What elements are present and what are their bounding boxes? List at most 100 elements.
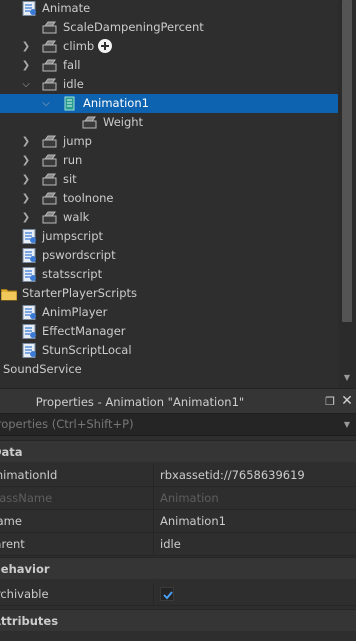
tree-row-sit[interactable]: ❯ sit	[0, 170, 338, 189]
tree-label: Animation1	[83, 96, 149, 110]
property-value[interactable]: rbxassetid://7658639619	[160, 464, 305, 486]
scroll-down-arrow-icon[interactable]: ▼	[338, 372, 356, 384]
tree-label: pswordscript	[42, 248, 116, 262]
chevron-down-icon[interactable]: ▼	[344, 414, 350, 435]
filter-placeholder: Properties (Ctrl+Shift+P)	[0, 417, 134, 431]
tree-label: AnimPlayer	[42, 305, 108, 319]
tree-label: walk	[63, 210, 90, 224]
tree-label: Weight	[103, 115, 144, 129]
dock-window-icon[interactable]: ❐	[323, 395, 337, 409]
tree-label: jumpscript	[42, 229, 104, 243]
localscript-icon	[22, 229, 37, 244]
tree-row-jump[interactable]: ❯ jump	[0, 132, 338, 151]
numbervalue-icon	[42, 20, 57, 35]
folder-icon	[1, 286, 17, 301]
property-name: AnimationId	[0, 468, 58, 482]
tree-label: StunScriptLocal	[42, 343, 132, 357]
column-divider	[153, 533, 154, 555]
tree-row-walk[interactable]: ❯ walk	[0, 208, 338, 227]
property-name: Parent	[0, 537, 25, 551]
category-behavior[interactable]: Behavior	[0, 557, 356, 579]
chevron-right-icon[interactable]: ❯	[19, 37, 33, 56]
properties-panel: Properties - Animation "Animation1" ❐ ✕ …	[0, 388, 356, 641]
property-row-parent[interactable]: Parent idle	[0, 533, 356, 556]
chevron-right-icon[interactable]: ❯	[19, 170, 33, 189]
category-data[interactable]: Data	[0, 440, 356, 462]
stringvalue-icon	[42, 134, 57, 149]
chevron-down-icon[interactable]: ⌵	[19, 75, 33, 94]
tree-row-pswordscript[interactable]: pswordscript	[0, 246, 338, 265]
tree-row-statsscript[interactable]: statsscript	[0, 265, 338, 284]
property-name: ClassName	[0, 491, 53, 505]
explorer-panel: Animate ScaleDampeningPercent ❯ climb ❯ …	[0, 0, 356, 388]
tree-row-starterplayerscripts[interactable]: StarterPlayerScripts	[0, 284, 338, 303]
tree-row-idle[interactable]: ⌵ idle	[0, 75, 338, 94]
tree-label: statsscript	[42, 267, 103, 281]
properties-filter-input[interactable]: Properties (Ctrl+Shift+P) ▼	[0, 414, 356, 436]
properties-title: Properties - Animation "Animation1"	[35, 395, 245, 409]
chevron-down-icon[interactable]: ⌵	[39, 94, 53, 113]
archivable-checkbox[interactable]	[160, 587, 174, 601]
chevron-right-icon[interactable]: ❯	[19, 208, 33, 227]
property-name: Name	[0, 514, 22, 528]
tree-row-effectmanager[interactable]: EffectManager	[0, 322, 338, 341]
tree-row-scaledampeningpercent[interactable]: ScaleDampeningPercent	[0, 18, 338, 37]
tree-row-stunscriptlocal[interactable]: StunScriptLocal	[0, 341, 338, 360]
property-row-animationid[interactable]: AnimationId rbxassetid://7658639619	[0, 464, 356, 487]
explorer-scrollbar[interactable]: ▼	[338, 0, 356, 388]
localscript-icon	[22, 343, 37, 358]
tree-row-soundservice[interactable]: SoundService	[0, 360, 338, 379]
property-row-name[interactable]: Name Animation1	[0, 510, 356, 533]
tree-row-climb[interactable]: ❯ climb	[0, 37, 338, 56]
localscript-icon	[22, 305, 37, 320]
property-row-classname[interactable]: ClassName Animation	[0, 487, 356, 510]
column-divider	[153, 583, 154, 605]
property-value[interactable]: idle	[160, 533, 181, 555]
tree-row-animate[interactable]: Animate	[0, 0, 338, 18]
localscript-icon	[22, 267, 37, 282]
chevron-right-icon[interactable]: ❯	[19, 56, 33, 75]
scrollbar-thumb[interactable]	[342, 0, 352, 322]
stringvalue-icon	[42, 77, 57, 92]
tree-label: EffectManager	[42, 324, 126, 338]
localscript-icon	[22, 324, 37, 339]
property-value[interactable]: Animation1	[160, 510, 226, 532]
tree-row-jumpscript[interactable]: jumpscript	[0, 227, 338, 246]
close-icon[interactable]: ✕	[340, 394, 354, 408]
properties-title-bar[interactable]: Properties - Animation "Animation1" ❐ ✕	[0, 388, 356, 414]
stringvalue-icon	[42, 58, 57, 73]
add-object-icon[interactable]	[98, 39, 112, 53]
localscript-icon	[22, 1, 37, 16]
category-label: Data	[0, 445, 23, 459]
tree-row-run[interactable]: ❯ run	[0, 151, 338, 170]
tree-row-toolnone[interactable]: ❯ toolnone	[0, 189, 338, 208]
numbervalue-icon	[82, 115, 97, 130]
tree-label: toolnone	[63, 191, 114, 205]
property-row-archivable[interactable]: Archivable	[0, 583, 356, 606]
tree-label: fall	[63, 58, 81, 72]
stringvalue-icon	[42, 172, 57, 187]
tree-label: StarterPlayerScripts	[22, 286, 138, 300]
tree-row-animplayer[interactable]: AnimPlayer	[0, 303, 338, 322]
column-divider	[153, 464, 154, 486]
stringvalue-icon	[42, 191, 57, 206]
stringvalue-icon	[42, 39, 57, 54]
chevron-right-icon[interactable]: ❯	[19, 151, 33, 170]
category-label: Attributes	[0, 614, 59, 628]
tree-label: idle	[63, 77, 84, 91]
category-attributes[interactable]: Attributes	[0, 609, 356, 631]
tree-label: SoundService	[3, 362, 82, 376]
tree-label: Animate	[42, 1, 91, 15]
tree-row-weight[interactable]: Weight	[0, 113, 338, 132]
property-value: Animation	[160, 491, 219, 505]
chevron-right-icon[interactable]: ❯	[19, 189, 33, 208]
chevron-right-icon[interactable]: ❯	[19, 132, 33, 151]
property-name: Archivable	[0, 587, 49, 601]
stringvalue-icon	[42, 210, 57, 225]
tree-row-animation1[interactable]: ⌵ Animation1	[0, 94, 338, 113]
tree-label: climb	[63, 39, 95, 53]
tree-row-fall[interactable]: ❯ fall	[0, 56, 338, 75]
animation-icon	[62, 96, 77, 111]
column-divider	[153, 487, 154, 509]
tree-label: ScaleDampeningPercent	[63, 20, 204, 34]
